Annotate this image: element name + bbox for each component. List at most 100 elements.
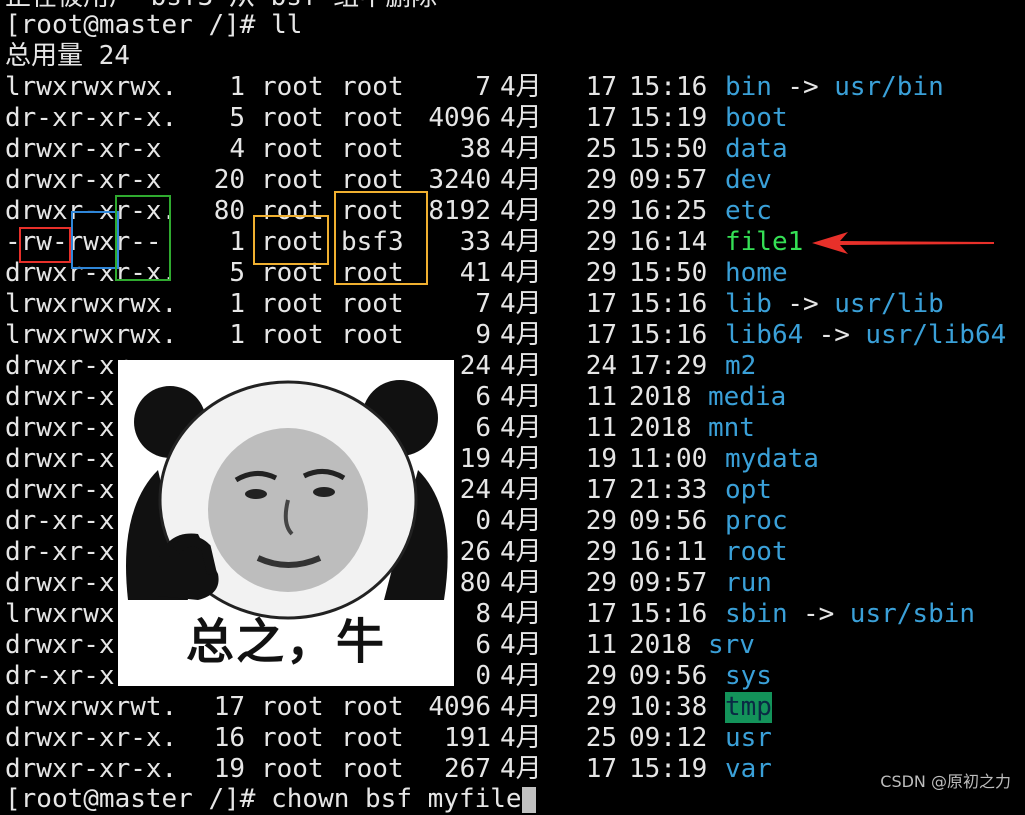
row-time: 15:19 bbox=[629, 754, 708, 784]
row-day: 29 bbox=[585, 661, 617, 691]
row-name: tmp bbox=[725, 692, 772, 723]
row-day: 11 bbox=[585, 630, 617, 660]
row-name: lib bbox=[725, 289, 772, 319]
row-time: 2018 bbox=[629, 382, 692, 412]
row-time: 15:16 bbox=[629, 320, 708, 350]
row-day: 29 bbox=[585, 568, 617, 598]
row-time: 15:50 bbox=[629, 258, 708, 288]
row-day: 17 bbox=[585, 289, 617, 319]
command-text: [root@master /]# chown bsf myfile bbox=[5, 784, 522, 814]
row-name: media bbox=[708, 382, 787, 412]
row-name: usr bbox=[725, 723, 772, 753]
row-size: 38 bbox=[459, 134, 491, 164]
row-links: 19 bbox=[213, 754, 245, 784]
row-perm: drwxr-xr-x bbox=[5, 165, 162, 195]
row-links: 1 bbox=[229, 72, 245, 102]
row-time: 15:50 bbox=[629, 134, 708, 164]
total-line: 总用量 24 bbox=[5, 41, 130, 71]
row-owner: root bbox=[261, 72, 324, 102]
row-day: 29 bbox=[585, 692, 617, 722]
row-day: 17 bbox=[585, 475, 617, 505]
row-time: 16:11 bbox=[629, 537, 708, 567]
row-day: 25 bbox=[585, 723, 617, 753]
row-name: home bbox=[725, 258, 788, 288]
command-line[interactable]: [root@master /]# chown bsf myfile bbox=[5, 784, 536, 815]
row-time: 15:19 bbox=[629, 103, 708, 133]
row-size: 7 bbox=[475, 289, 491, 319]
row-time: 15:16 bbox=[629, 599, 708, 629]
row-time: 2018 bbox=[629, 630, 692, 660]
row-size: 9 bbox=[475, 320, 491, 350]
row-name: boot bbox=[725, 103, 788, 133]
row-day: 17 bbox=[585, 103, 617, 133]
row-day: 29 bbox=[585, 227, 617, 257]
row-name: sys bbox=[725, 661, 772, 691]
row-time: 16:14 bbox=[629, 227, 708, 257]
owner-column-box bbox=[253, 215, 329, 265]
row-owner: root bbox=[261, 289, 324, 319]
row-time: 21:33 bbox=[629, 475, 708, 505]
row-time: 11:00 bbox=[629, 444, 708, 474]
row-name: lib64 bbox=[725, 320, 804, 350]
csdn-watermark: CSDN @原初之力 bbox=[880, 772, 1011, 791]
row-name: mydata bbox=[725, 444, 819, 474]
row-name: file1 bbox=[725, 227, 804, 257]
row-day: 11 bbox=[585, 382, 617, 412]
other-perm-box bbox=[115, 195, 171, 281]
row-name: var bbox=[725, 754, 772, 784]
row-target: usr/bin bbox=[834, 72, 944, 102]
text-cursor bbox=[521, 786, 536, 813]
panda-meme-image: 总之，牛 bbox=[118, 360, 454, 686]
row-owner: root bbox=[261, 165, 324, 195]
group-column-box bbox=[334, 191, 428, 285]
row-time: 10:38 bbox=[629, 692, 708, 722]
row-name: sbin bbox=[725, 599, 788, 629]
row-day: 19 bbox=[585, 444, 617, 474]
row-day: 29 bbox=[585, 537, 617, 567]
row-time: 09:57 bbox=[629, 568, 708, 598]
row-time: 09:56 bbox=[629, 506, 708, 536]
row-owner: root bbox=[261, 134, 324, 164]
row-name: run bbox=[725, 568, 772, 598]
row-links: 20 bbox=[213, 165, 245, 195]
row-name: opt bbox=[725, 475, 772, 505]
row-name: root bbox=[725, 537, 788, 567]
row-day: 17 bbox=[585, 320, 617, 350]
row-size: 7 bbox=[475, 72, 491, 102]
row-time: 09:12 bbox=[629, 723, 708, 753]
row-time: 15:16 bbox=[629, 72, 708, 102]
row-name: bin bbox=[725, 72, 772, 102]
row-size: 4096 bbox=[428, 103, 491, 133]
owner-perm-box bbox=[19, 227, 71, 263]
row-name: m2 bbox=[725, 351, 757, 381]
row-links: 17 bbox=[213, 692, 245, 722]
row-time: 09:56 bbox=[629, 661, 708, 691]
row-day: 17 bbox=[585, 599, 617, 629]
row-day: 29 bbox=[585, 196, 617, 226]
row-arrow: -> bbox=[787, 289, 819, 319]
row-arrow: -> bbox=[803, 599, 835, 629]
row-size: 267 bbox=[444, 754, 491, 784]
row-day: 11 bbox=[585, 413, 617, 443]
row-name: proc bbox=[725, 506, 788, 536]
row-time: 15:16 bbox=[629, 289, 708, 319]
row-arrow: -> bbox=[787, 72, 819, 102]
meme-caption: 总之，牛 bbox=[185, 614, 386, 670]
row-links: 4 bbox=[229, 134, 245, 164]
row-name: etc bbox=[725, 196, 772, 226]
row-day: 29 bbox=[585, 258, 617, 288]
row-perm: drwxr-xr-x bbox=[5, 134, 162, 164]
row-links: 1 bbox=[229, 320, 245, 350]
row-name: srv bbox=[708, 630, 755, 660]
row-links: 5 bbox=[229, 103, 245, 133]
row-time: 16:25 bbox=[629, 196, 708, 226]
row-arrow: -> bbox=[818, 320, 850, 350]
row-time: 2018 bbox=[629, 413, 692, 443]
row-size: 191 bbox=[444, 723, 491, 753]
row-links: 16 bbox=[213, 723, 245, 753]
row-day: 24 bbox=[585, 351, 617, 381]
row-day: 17 bbox=[585, 72, 617, 102]
row-name: data bbox=[725, 134, 788, 164]
row-owner: root bbox=[261, 723, 324, 753]
row-time: 09:57 bbox=[629, 165, 708, 195]
